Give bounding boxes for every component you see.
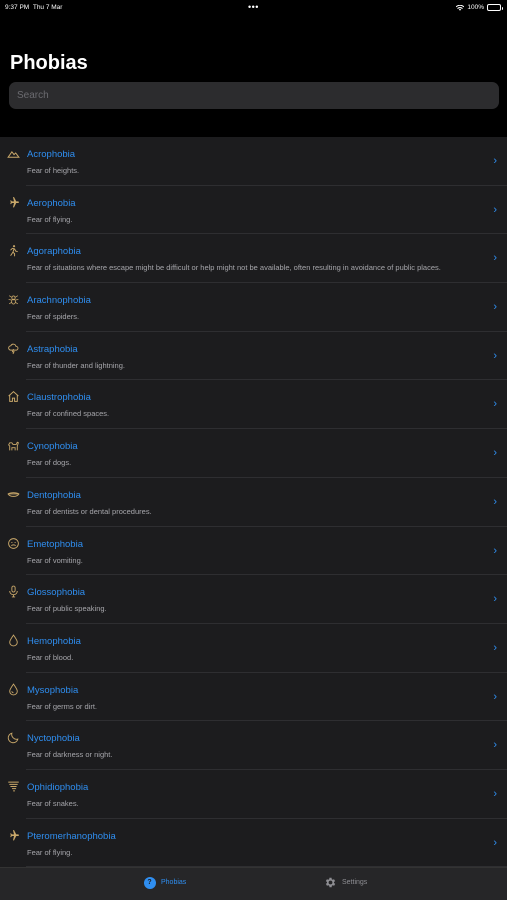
- phobia-description: Fear of dentists or dental procedures.: [27, 506, 152, 516]
- battery-icon: [487, 4, 503, 11]
- phobia-list: Acrophobia Fear of heights. › Aerophobia Fea…: [0, 137, 507, 867]
- phobia-name: Mysophobia: [27, 684, 79, 696]
- phobia-description: Fear of germs or dirt.: [27, 701, 98, 711]
- status-bar: 9:37 PM Thu 7 Mar ••• 100%: [0, 0, 507, 14]
- phobia-name: Emetophobia: [27, 538, 83, 550]
- tab-phobias[interactable]: ? Phobias: [143, 876, 186, 889]
- tab-settings[interactable]: Settings: [324, 876, 367, 889]
- drop-icon: [7, 634, 20, 647]
- list-item[interactable]: Pteromerhanophobia Fear of flying. ›: [0, 819, 507, 867]
- tab-bar: ? Phobias Settings: [0, 867, 507, 900]
- list-item[interactable]: Emetophobia Fear of vomiting. ›: [0, 527, 507, 576]
- chevron-right-icon: ›: [493, 203, 497, 216]
- chevron-right-icon: ›: [493, 398, 497, 411]
- list-item[interactable]: Hemophobia Fear of blood. ›: [0, 624, 507, 673]
- list-item[interactable]: Glossophobia Fear of public speaking. ›: [0, 575, 507, 624]
- phobia-description: Fear of vomiting.: [27, 555, 83, 565]
- chevron-right-icon: ›: [493, 641, 497, 654]
- gear-icon: [324, 876, 337, 889]
- microphone-icon: [7, 585, 20, 598]
- phobia-description: Fear of heights.: [27, 166, 80, 175]
- chevron-right-icon: ›: [493, 836, 497, 849]
- mountain-icon: [7, 147, 20, 160]
- phobia-description: Fear of dogs.: [27, 458, 72, 468]
- phobia-name: Glossophobia: [27, 587, 86, 599]
- phobias-tab-icon: ?: [143, 876, 156, 889]
- chevron-right-icon: ›: [493, 252, 497, 265]
- status-time: 9:37 PM: [5, 4, 30, 11]
- tab-label: Phobias: [161, 879, 187, 886]
- phobia-name: Cynophobia: [27, 441, 78, 453]
- list-item[interactable]: Dentophobia Fear of dentists or dental pr…: [0, 478, 507, 527]
- phobia-description: Fear of thunder and lightning.: [27, 360, 125, 370]
- phobia-name: Pteromerhanophobia: [27, 830, 116, 842]
- list-item[interactable]: Acrophobia Fear of heights. ›: [0, 137, 507, 186]
- chevron-right-icon: ›: [493, 787, 497, 800]
- chevron-right-icon: ›: [493, 447, 497, 460]
- battery-percent: 100%: [467, 4, 484, 11]
- list-item[interactable]: Astraphobia Fear of thunder and lightning…: [0, 332, 507, 381]
- chevron-right-icon: ›: [493, 690, 497, 703]
- phobia-name: Dentophobia: [27, 489, 81, 501]
- list-item[interactable]: Aerophobia Fear of flying. ›: [0, 186, 507, 235]
- phobia-description: Fear of blood.: [27, 652, 74, 662]
- moon-icon: [7, 731, 20, 744]
- status-time-date: 9:37 PM Thu 7 Mar: [5, 4, 62, 11]
- chevron-right-icon: ›: [493, 495, 497, 508]
- running-person-icon: [7, 244, 20, 257]
- list-item[interactable]: Agoraphobia Fear of situations where esca…: [0, 234, 507, 284]
- airplane-icon: [7, 829, 20, 842]
- phobia-name: Aerophobia: [27, 197, 76, 209]
- phobia-description: Fear of darkness or night.: [27, 750, 113, 760]
- chevron-right-icon: ›: [493, 155, 497, 167]
- list-item[interactable]: Cynophobia Fear of dogs. ›: [0, 429, 507, 478]
- spider-icon: [7, 293, 20, 306]
- phobia-name: Claustrophobia: [27, 392, 91, 404]
- header: Phobias: [0, 14, 507, 137]
- phobia-name: Arachnophobia: [27, 295, 91, 307]
- chevron-right-icon: ›: [493, 349, 497, 362]
- status-right: 100%: [456, 4, 503, 11]
- phobia-name: Nyctophobia: [27, 733, 80, 745]
- status-date: Thu 7 Mar: [32, 4, 63, 11]
- phobia-description: Fear of snakes.: [27, 798, 79, 808]
- tornado-icon: [7, 780, 20, 793]
- dog-icon: [7, 439, 20, 452]
- airplane-icon: [7, 196, 20, 209]
- phobia-name: Ophidiophobia: [27, 781, 89, 793]
- mouth-icon: [7, 488, 20, 501]
- search-input[interactable]: [9, 82, 499, 109]
- phobia-description: Fear of situations where escape might be…: [27, 263, 441, 273]
- phobia-name: Acrophobia: [27, 149, 76, 160]
- page-title: Phobias: [10, 52, 88, 74]
- list-item[interactable]: Claustrophobia Fear of confined spaces. ›: [0, 380, 507, 430]
- list-item[interactable]: Arachnophobia Fear of spiders. ›: [0, 283, 507, 332]
- chevron-right-icon: ›: [493, 301, 497, 314]
- chevron-right-icon: ›: [493, 593, 497, 606]
- phobia-name: Hemophobia: [27, 635, 81, 647]
- phobia-description: Fear of public speaking.: [27, 604, 107, 614]
- drop-outline-icon: [7, 682, 20, 696]
- multitasking-dots[interactable]: •••: [248, 2, 259, 12]
- list-item[interactable]: Mysophobia Fear of germs or dirt. ›: [0, 673, 507, 722]
- phobia-name: Agoraphobia: [27, 246, 81, 258]
- phobia-description: Fear of confined spaces.: [27, 409, 110, 419]
- phobia-description: Fear of flying.: [27, 214, 73, 224]
- phobia-description: Fear of flying.: [27, 847, 73, 857]
- wifi-icon: [456, 4, 465, 11]
- phobia-name: Astraphobia: [27, 343, 78, 355]
- house-icon: [7, 390, 20, 403]
- chevron-right-icon: ›: [493, 544, 497, 557]
- tab-label: Settings: [342, 879, 368, 886]
- sick-face-icon: [7, 537, 20, 550]
- phobia-description: Fear of spiders.: [27, 312, 80, 322]
- list-item[interactable]: Ophidiophobia Fear of snakes. ›: [0, 770, 507, 819]
- cloud-lightning-icon: [7, 342, 20, 355]
- chevron-right-icon: ›: [493, 739, 497, 752]
- list-item[interactable]: Nyctophobia Fear of darkness or night. ›: [0, 721, 507, 770]
